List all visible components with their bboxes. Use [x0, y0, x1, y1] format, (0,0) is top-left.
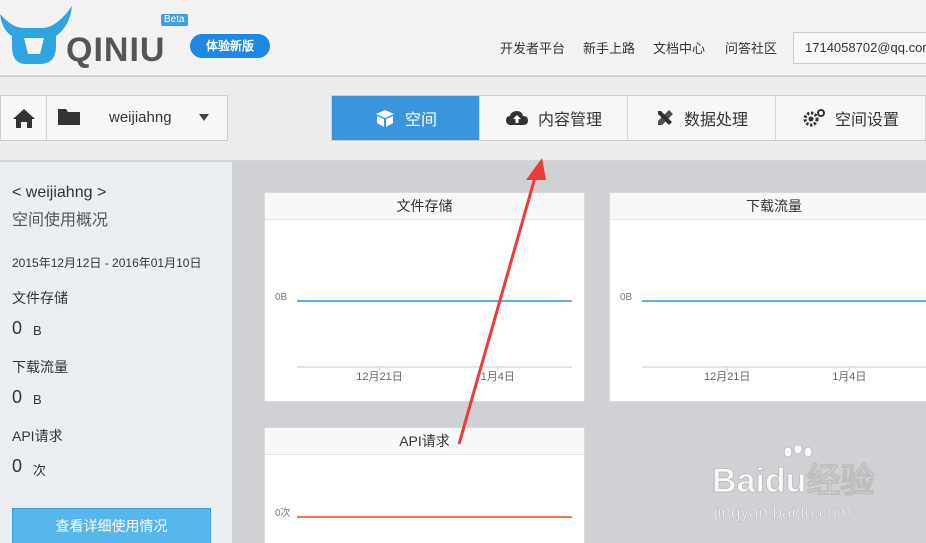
- watermark-text: Baidu经验: [712, 461, 874, 500]
- baidu-jingyan-watermark: Baidu经验 jingyan.baidu.com: [712, 446, 875, 522]
- watermark-url: jingyan.baidu.com: [713, 503, 851, 522]
- paw-icon: [783, 446, 813, 458]
